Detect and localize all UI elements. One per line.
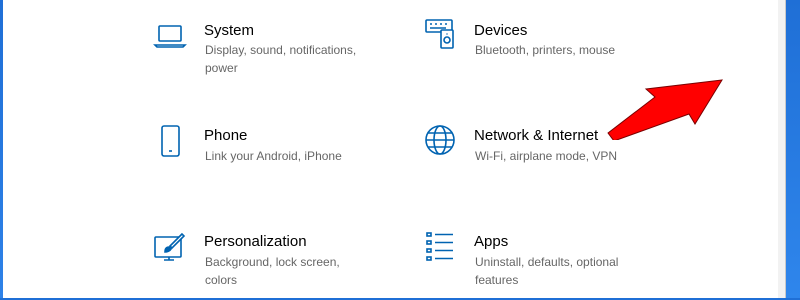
- window-frame-left: [0, 0, 3, 300]
- tile-title: System: [204, 22, 255, 39]
- laptop-icon: [152, 18, 188, 54]
- tile-devices[interactable]: Devices Bluetooth, printers, mouse: [420, 14, 650, 84]
- tile-system[interactable]: System Display, sound, notifications, po…: [150, 14, 380, 84]
- phone-icon: [152, 122, 188, 158]
- window-frame-right: [778, 0, 800, 300]
- tile-phone[interactable]: Phone Link your Android, iPhone: [150, 120, 380, 180]
- tile-description: Bluetooth, printers, mouse: [475, 43, 616, 57]
- tile-apps[interactable]: Apps Uninstall, defaults, optional featu…: [420, 227, 650, 297]
- tile-description: Background, lock screen, colors: [205, 255, 340, 287]
- tile-title: Personalization: [204, 233, 307, 250]
- apps-list-icon: [422, 229, 458, 265]
- tile-description: Link your Android, iPhone: [205, 149, 342, 163]
- tile-description: Uninstall, defaults, optional features: [475, 255, 619, 287]
- window-edge: [785, 0, 786, 300]
- globe-icon: [422, 122, 458, 158]
- tile-description: Wi-Fi, airplane mode, VPN: [475, 149, 618, 163]
- tile-title: Network & Internet: [474, 127, 599, 144]
- paintbrush-icon: [152, 229, 188, 265]
- tile-description: Display, sound, notifications, power: [205, 43, 357, 75]
- keyboard-icon: [422, 16, 458, 52]
- red-arrow-icon: [600, 75, 725, 140]
- tile-title: Phone: [204, 127, 248, 144]
- tile-title: Devices: [474, 22, 528, 39]
- scrollbar-track[interactable]: [778, 0, 785, 300]
- tile-title: Apps: [474, 233, 509, 250]
- tile-personalization[interactable]: Personalization Background, lock screen,…: [150, 227, 380, 297]
